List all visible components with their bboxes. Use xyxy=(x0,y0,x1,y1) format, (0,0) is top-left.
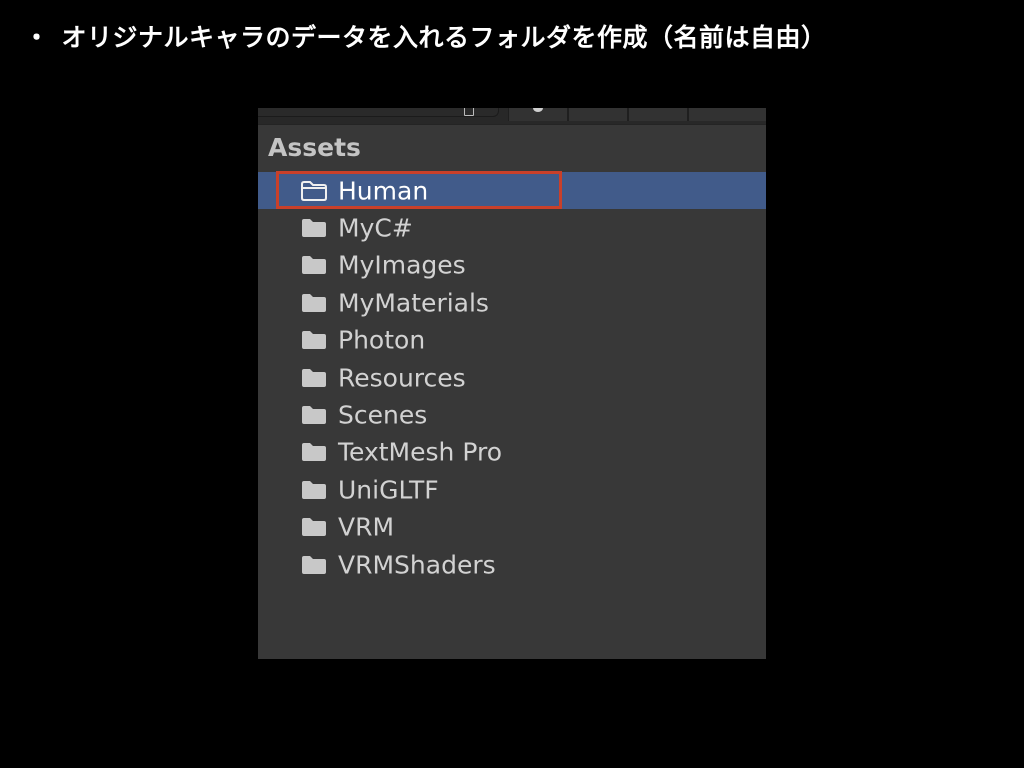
toolbar-button-4[interactable] xyxy=(688,108,766,121)
folder-icon xyxy=(302,518,326,537)
assets-header: Assets xyxy=(258,124,766,173)
panel-toolbar xyxy=(258,108,766,124)
folder-item-label: VRM xyxy=(338,512,395,542)
toolbar-button-3[interactable] xyxy=(628,108,688,121)
slide: ・ オリジナルキャラのデータを入れるフォルダを作成（名前は自由） Assets … xyxy=(0,0,1024,768)
caption-bullet: ・ xyxy=(24,23,50,52)
folder-item[interactable]: TextMesh Pro xyxy=(258,434,766,471)
folder-item-label: MyMaterials xyxy=(338,288,489,318)
folder-outline-icon xyxy=(301,180,327,201)
eye-icon xyxy=(533,108,543,112)
folder-icon xyxy=(302,555,326,574)
folder-item[interactable]: MyMaterials xyxy=(258,284,766,321)
folder-icon xyxy=(302,219,326,238)
folder-icon xyxy=(302,256,326,275)
folder-item[interactable]: MyImages xyxy=(258,247,766,284)
folder-icon xyxy=(302,406,326,425)
folder-list: Human MyC# MyImages MyMaterials Photon Resour… xyxy=(258,171,766,583)
folder-item[interactable]: Scenes xyxy=(258,396,766,433)
folder-item-label: Resources xyxy=(338,363,466,393)
folder-item-label: Photon xyxy=(338,325,426,355)
folder-item-label: Human xyxy=(338,176,429,206)
folder-item[interactable]: Resources xyxy=(258,359,766,396)
folder-item[interactable]: MyC# xyxy=(258,209,766,246)
folder-item[interactable]: VRMShaders xyxy=(258,546,766,583)
folder-icon xyxy=(302,331,326,350)
folder-item-label: UniGLTF xyxy=(338,475,439,505)
caption-text: オリジナルキャラのデータを入れるフォルダを作成（名前は自由） xyxy=(61,23,827,52)
assets-title: Assets xyxy=(268,133,361,162)
folder-item[interactable]: UniGLTF xyxy=(258,471,766,508)
folder-icon xyxy=(302,368,326,387)
folder-item-label: TextMesh Pro xyxy=(338,437,502,467)
search-type-icon[interactable] xyxy=(464,108,474,116)
folder-item-label: Scenes xyxy=(338,400,428,430)
slide-caption: ・ オリジナルキャラのデータを入れるフォルダを作成（名前は自由） xyxy=(24,18,827,54)
folder-item-label: VRMShaders xyxy=(338,550,496,580)
folder-item-label: MyC# xyxy=(338,213,413,243)
search-field[interactable] xyxy=(258,108,499,117)
folder-item[interactable]: Human xyxy=(258,171,766,210)
folder-icon xyxy=(302,443,326,462)
folder-icon xyxy=(302,293,326,312)
toolbar-button-2[interactable] xyxy=(568,108,628,121)
toolbar-button-1[interactable] xyxy=(508,108,568,121)
folder-item[interactable]: VRM xyxy=(258,509,766,546)
folder-icon xyxy=(302,480,326,499)
folder-item-label: MyImages xyxy=(338,250,466,280)
folder-item[interactable]: Photon xyxy=(258,322,766,359)
project-panel: Assets Human MyC# MyImages MyMaterials Photo… xyxy=(258,108,766,659)
